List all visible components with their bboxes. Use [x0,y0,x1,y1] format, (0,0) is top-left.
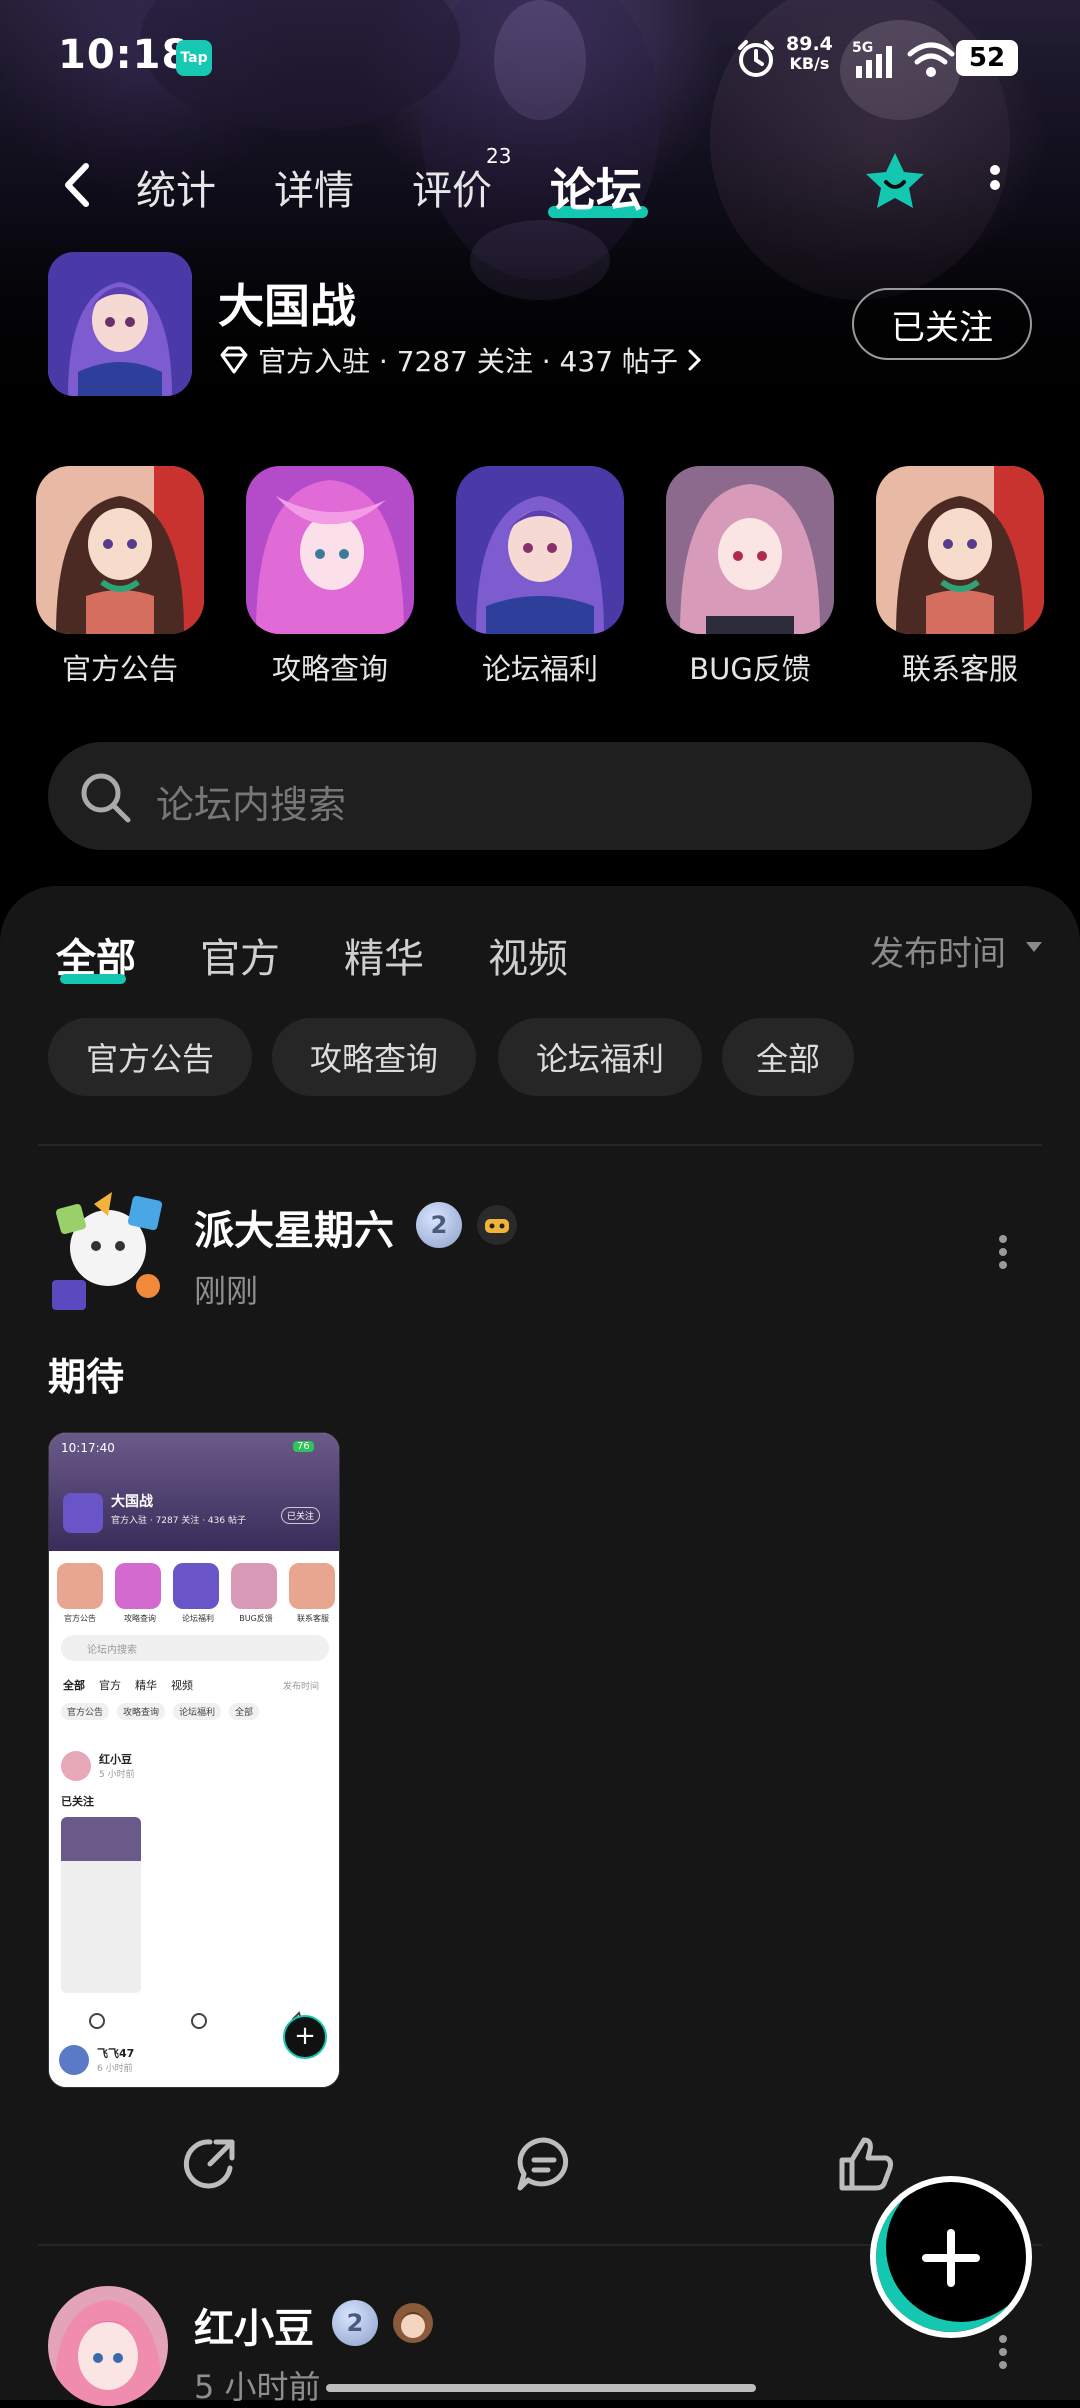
category-label: 官方公告 [61,652,178,686]
category-customer-service[interactable]: 联系客服 [875,466,1045,688]
home-indicator[interactable] [326,2384,756,2392]
game-icon[interactable] [48,252,192,396]
tab-reviews[interactable]: 评价 [412,158,492,216]
user-level-badge: 2 [332,2300,378,2346]
more-options-icon[interactable] [980,158,1010,212]
wifi-icon [907,42,955,77]
create-post-button[interactable] [870,2176,1032,2338]
feed-tab-official[interactable]: 官方 [200,926,280,984]
post-image[interactable]: 10:17:40 76 大国战 官方入驻 · 7287 关注 · 436 帖子 … [48,1432,340,2088]
chip-all[interactable]: 全部 [722,1018,854,1096]
thumb-status-time: 10:17:40 [61,1441,115,1455]
category-label: 攻略查询 [271,652,388,686]
post-username[interactable]: 红小豆 [194,2296,314,2354]
post-time: 5 小时前 [194,2368,321,2406]
thumb-next-avatar [59,2045,89,2075]
post-time: 刚刚 [194,1272,259,1310]
thumb-action-icons [89,2011,308,2029]
review-count-badge: 23 [486,144,512,168]
tab-stats[interactable]: 统计 [136,158,216,216]
thumb-feed-tabs: 全部 官方 精华 视频 [63,1679,193,1692]
game-icon-art [48,252,192,396]
top-nav: 统计 详情 评价 23 论坛 [0,140,1080,230]
category-image [246,466,414,634]
comment-icon[interactable] [514,2134,574,2194]
alarm-icon [738,40,774,77]
forum-search-input[interactable]: 论坛内搜索 [48,742,1032,850]
diamond-icon [220,346,248,374]
taptap-notification-icon: Tap [176,40,212,76]
favorite-star-icon[interactable] [860,148,930,218]
chip-strategy[interactable]: 攻略查询 [272,1018,476,1096]
caret-down-icon [1026,942,1042,952]
game-title: 大国战 [218,279,356,333]
thumb-category-icons [57,1563,335,1609]
thumb-battery: 76 [293,1441,314,1452]
post-content: 期待 [48,1355,125,1399]
thumb-game-title: 大国战 [111,1494,153,1510]
search-placeholder: 论坛内搜索 [156,783,347,827]
category-image [876,466,1044,634]
divider [38,1144,1042,1146]
battery-indicator: 52 [956,40,1018,76]
game-meta-text: 官方入驻 · 7287 关注 · 437 帖子 [258,345,678,378]
feed-tab-video[interactable]: 视频 [488,926,568,984]
thumb-category-labels: 官方公告 攻略查询 论坛福利 BUG反馈 联系客服 [64,1614,329,1623]
category-bug-report[interactable]: BUG反馈 [665,466,835,688]
post-more-icon[interactable] [996,2332,1010,2372]
avatar[interactable] [38,1186,174,1322]
svg-text:5G: 5G [852,40,873,56]
category-strategy[interactable]: 攻略查询 [245,466,415,688]
thumb-next-time: 6 小时前 [97,2064,133,2074]
developer-badge-icon [477,1205,517,1245]
category-official-announcement[interactable]: 官方公告 [35,466,205,688]
category-image [666,466,834,634]
thumb-search: 论坛内搜索 [61,1635,329,1661]
chevron-right-icon [688,349,702,371]
cellular-signal-icon: 5G [852,40,892,78]
search-icon [81,773,131,823]
category-forum-benefits[interactable]: 论坛福利 [455,466,625,688]
category-label: 联系客服 [901,652,1018,686]
category-image [36,466,204,634]
thumb-fab: + [283,2015,327,2059]
avatar[interactable] [48,2286,168,2406]
post-username[interactable]: 派大星期六 [194,1198,394,1256]
tab-forum[interactable]: 论坛 [550,154,642,220]
feed-tab-featured[interactable]: 精华 [344,926,424,984]
thumb-post-user: 红小豆 [99,1753,132,1766]
chip-forum-benefits[interactable]: 论坛福利 [498,1018,702,1096]
thumb-post-text: 已关注 [61,1795,94,1808]
thumb-next-user: 飞飞47 [97,2047,135,2060]
sort-dropdown[interactable]: 发布时间 [870,926,1006,975]
thumb-follow: 已关注 [281,1507,321,1524]
category-image [456,466,624,634]
status-bar: 10:18 Tap 89.4 KB/s 5G 52 [0,0,1080,110]
status-time: 10:18 [58,32,191,78]
thumb-game-meta: 官方入驻 · 7287 关注 · 436 帖子 [111,1516,246,1526]
thumb-chips: 官方公告 攻略查询 论坛福利 全部 [61,1703,260,1720]
back-icon[interactable] [58,160,98,210]
thumb-sort: 发布时间 [283,1682,320,1692]
share-icon[interactable] [180,2134,240,2194]
thumb-post-time: 5 小时前 [99,1770,135,1780]
category-label: 论坛福利 [481,652,598,686]
follow-button[interactable]: 已关注 [852,288,1032,360]
thumb-nested-image [61,1817,141,1993]
category-shortcuts: 官方公告 攻略查询 论坛福利 BUG反馈 联系客服 [0,466,1080,696]
user-level-badge: 2 [416,1202,462,1248]
category-label: BUG反馈 [689,652,811,686]
thumb-avatar [61,1751,91,1781]
network-speed: 89.4 KB/s [786,33,833,73]
like-icon[interactable] [836,2134,896,2194]
game-meta-link[interactable]: 官方入驻 · 7287 关注 · 437 帖子 [218,340,704,380]
user-badge-icon [393,2303,433,2343]
tab-details[interactable]: 详情 [274,158,354,216]
chip-official-announcement[interactable]: 官方公告 [48,1018,252,1096]
thumb-game-icon [63,1493,103,1533]
post-more-icon[interactable] [996,1232,1010,1272]
feed-tab-indicator [60,974,126,984]
